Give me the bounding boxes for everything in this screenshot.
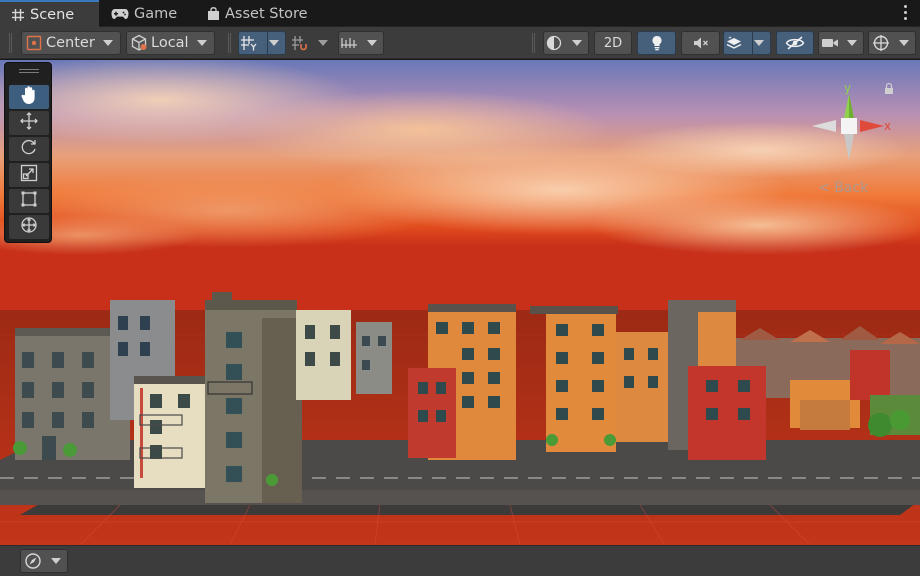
toolbar-grip[interactable]	[228, 33, 231, 53]
shopping-bag-icon	[205, 6, 221, 22]
draw-mode-dropdown[interactable]	[543, 31, 589, 55]
toggle-2d-label: 2D	[603, 35, 623, 51]
chevron-down-icon	[572, 40, 582, 46]
scene-viewport[interactable]: y x < Back	[0, 60, 920, 545]
layers-effects-icon	[724, 32, 744, 54]
move-tool-button[interactable]	[9, 111, 49, 135]
gizmo-y-label: y	[844, 81, 851, 95]
rotate-tool-button[interactable]	[9, 137, 49, 161]
chevron-down-icon	[847, 40, 857, 46]
gizmo-view-name: Back	[834, 180, 869, 196]
audio-muted-icon	[689, 32, 713, 54]
chevron-down-icon	[318, 40, 328, 46]
tab-bar: Scene Game Asset Store	[0, 0, 920, 27]
chevron-left-icon: <	[818, 180, 830, 196]
tab-asset-store[interactable]: Asset Store	[195, 0, 325, 27]
scene-audio-toggle[interactable]	[681, 31, 720, 55]
scene-toolbar: Center Local 2D	[0, 27, 920, 59]
compass-icon	[21, 550, 45, 572]
transform-tool-button[interactable]	[9, 215, 49, 239]
tab-game[interactable]: Game	[100, 0, 193, 27]
rect-transform-icon	[20, 190, 38, 212]
pivot-center-icon	[22, 32, 46, 54]
scene-camera-dropdown[interactable]	[818, 31, 864, 55]
chevron-down-icon	[196, 40, 207, 46]
scale-tool-button[interactable]	[9, 163, 49, 187]
ruler-icon	[339, 32, 359, 54]
scene-effects-dropdown[interactable]	[723, 31, 771, 55]
toolbar-grip[interactable]	[9, 33, 12, 53]
increment-snap-dropdown[interactable]	[338, 31, 384, 55]
chevron-down-icon	[754, 40, 764, 46]
gizmo-x-label: x	[884, 119, 891, 133]
overlay-menu-dropdown[interactable]	[20, 549, 68, 573]
rotate-icon	[20, 138, 38, 160]
tab-asset-store-label: Asset Store	[225, 5, 308, 22]
pivot-mode-label: Center	[46, 35, 95, 51]
toolbar-grip[interactable]	[532, 33, 535, 53]
lightbulb-icon	[645, 32, 669, 54]
overlay-toolbar	[0, 545, 920, 576]
gizmo-view-label[interactable]: < Back	[818, 180, 868, 196]
scene-render	[0, 60, 920, 545]
pivot-rotation-label: Local	[151, 35, 189, 51]
gamepad-icon	[110, 6, 130, 22]
snap-increment-dropdown[interactable]	[289, 31, 335, 55]
chevron-down-icon	[102, 40, 113, 46]
hand-icon	[20, 85, 38, 109]
video-camera-icon	[819, 32, 841, 54]
scene-visibility-toggle[interactable]	[776, 31, 814, 55]
toggle-2d-button[interactable]: 2D	[594, 31, 632, 55]
tab-scene[interactable]: Scene	[0, 0, 99, 27]
move-arrows-icon	[20, 112, 38, 134]
chevron-down-icon	[51, 558, 61, 564]
chevron-down-icon	[367, 40, 377, 46]
tool-palette	[4, 62, 52, 243]
scene-lighting-toggle[interactable]	[637, 31, 676, 55]
tab-scene-label: Scene	[30, 6, 75, 23]
more-options-icon[interactable]	[904, 5, 910, 22]
grid-visibility-dropdown[interactable]	[238, 31, 286, 55]
grid-snap-icon	[290, 32, 310, 54]
hash-grid-icon	[10, 7, 26, 23]
pivot-mode-dropdown[interactable]: Center	[21, 31, 121, 55]
tab-game-label: Game	[134, 5, 178, 22]
chevron-down-icon	[899, 40, 909, 46]
shading-sphere-icon	[544, 32, 564, 54]
tool-palette-handle[interactable]	[19, 69, 39, 73]
hand-tool-button[interactable]	[9, 85, 49, 109]
gizmos-dropdown[interactable]	[868, 31, 916, 55]
chevron-down-icon	[269, 40, 279, 46]
local-cube-icon	[127, 32, 151, 54]
lock-icon[interactable]	[885, 82, 893, 95]
scale-icon	[20, 164, 38, 186]
transform-icon	[20, 216, 38, 238]
gizmo-crosshair-icon	[869, 32, 893, 54]
grid-y-icon	[239, 32, 259, 54]
pivot-rotation-dropdown[interactable]: Local	[126, 31, 215, 55]
rect-tool-button[interactable]	[9, 189, 49, 213]
eye-hidden-icon	[783, 32, 807, 54]
